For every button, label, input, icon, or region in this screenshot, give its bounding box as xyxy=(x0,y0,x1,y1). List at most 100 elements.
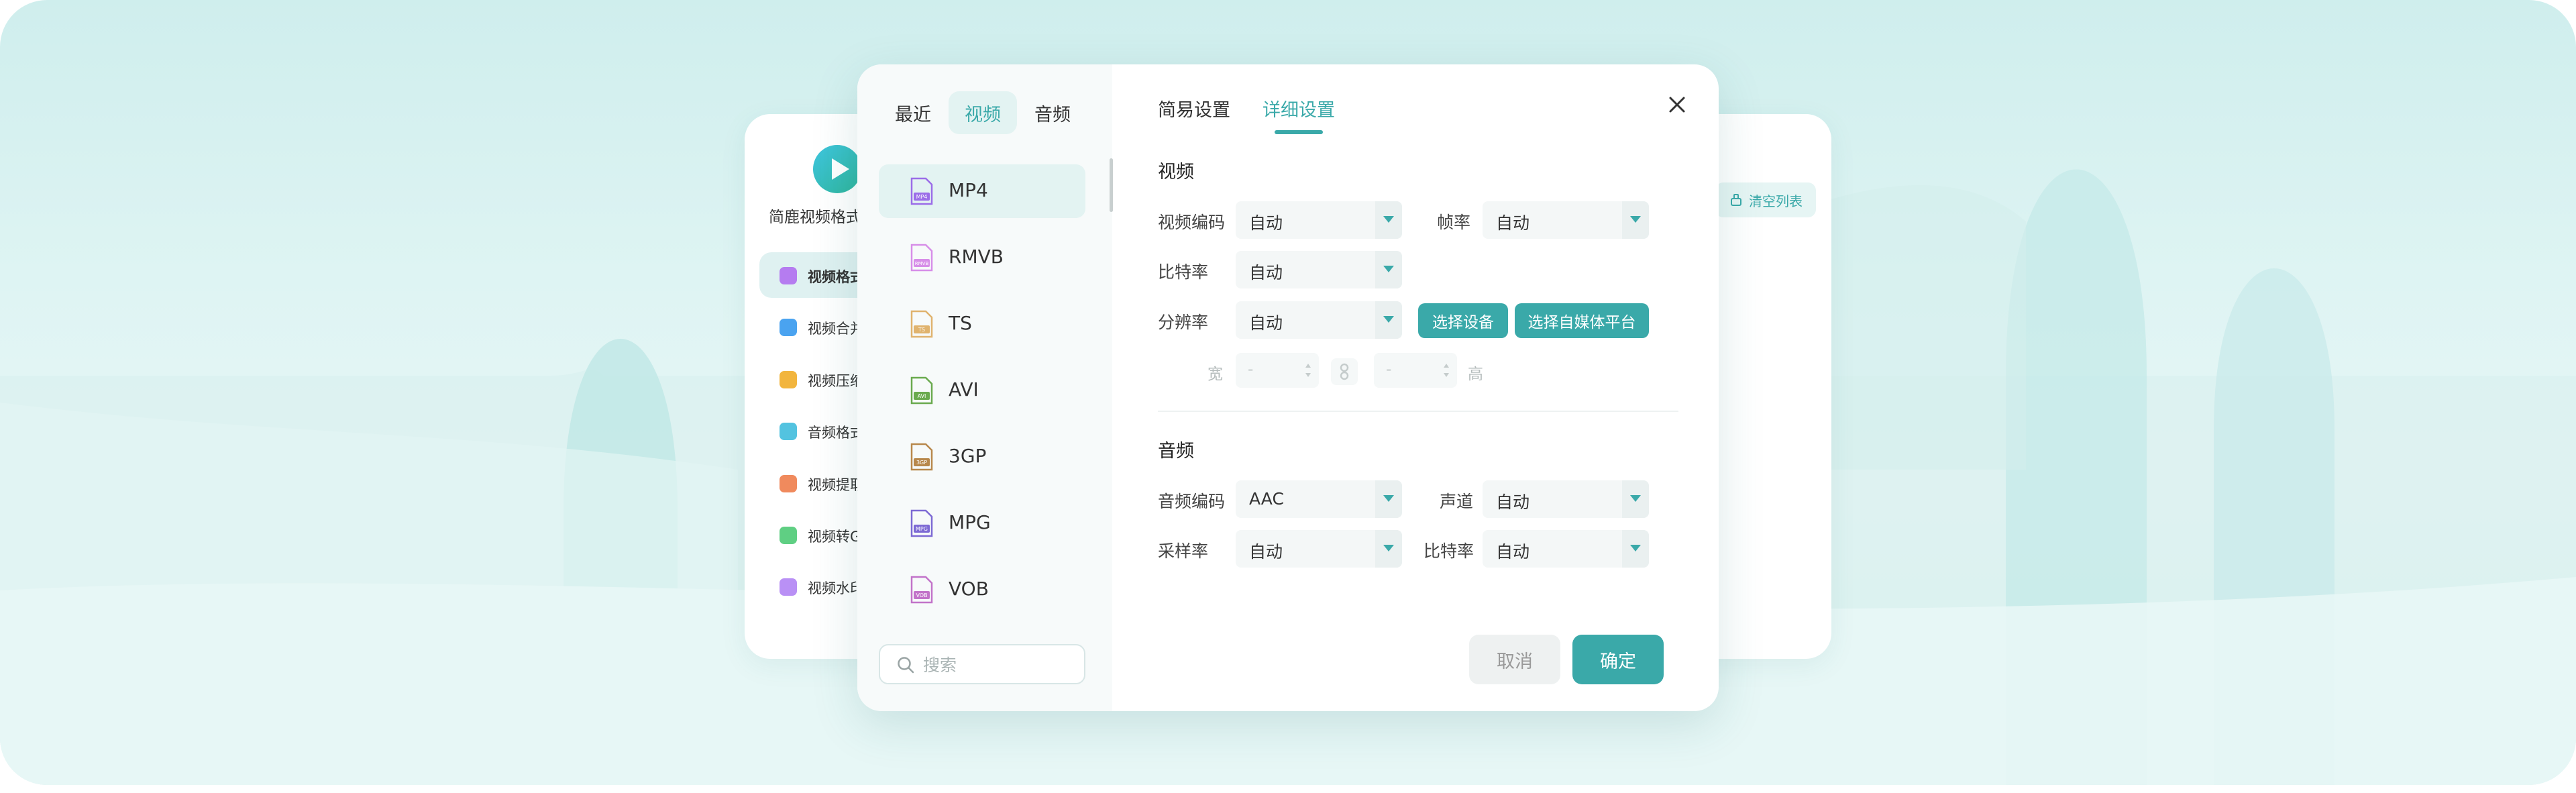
video-codec-label: 视频编码 xyxy=(1158,213,1226,232)
file-vob-icon: VOB xyxy=(910,576,933,604)
format-label: VOB xyxy=(949,578,989,600)
format-item-mp4[interactable]: MP4 MP4 xyxy=(879,164,1085,218)
format-label: 3GP xyxy=(949,445,987,467)
bitrate-select[interactable]: 自动 xyxy=(1236,251,1402,288)
height-input[interactable]: - xyxy=(1374,353,1457,388)
dropdown-arrow-icon xyxy=(1622,201,1649,239)
bitrate-value: 自动 xyxy=(1249,263,1283,282)
file-mp4-icon: MP4 xyxy=(910,177,933,205)
clear-list-button[interactable]: 清空列表 xyxy=(1715,182,1816,217)
height-label: 高 xyxy=(1468,366,1483,383)
sidebar-item-label: 视频提取 xyxy=(808,477,864,493)
video-extract-icon xyxy=(780,475,797,492)
video-codec-select[interactable]: 自动 xyxy=(1236,201,1402,239)
format-list-scrollbar[interactable] xyxy=(1110,158,1113,212)
file-3gp-icon: 3GP xyxy=(910,443,933,471)
tab-audio[interactable]: 音频 xyxy=(1018,91,1087,134)
select-device-button[interactable]: 选择设备 xyxy=(1418,303,1508,338)
channel-select[interactable]: 自动 xyxy=(1483,480,1649,518)
audio-bitrate-select[interactable]: 自动 xyxy=(1483,530,1649,568)
sidebar-item-label: 视频压缩 xyxy=(808,373,864,389)
format-label: AVI xyxy=(949,378,979,401)
format-item-mpg[interactable]: MPG MPG xyxy=(879,496,1085,550)
file-tag: VOB xyxy=(916,592,927,598)
section-divider xyxy=(1158,411,1678,412)
file-mpg-icon: MPG xyxy=(910,509,933,537)
file-tag: RMVB xyxy=(915,261,929,266)
video-convert-icon xyxy=(780,267,797,284)
audio-bitrate-value: 自动 xyxy=(1496,542,1530,562)
video-gif-icon xyxy=(780,527,797,544)
format-search-box xyxy=(879,644,1085,684)
dropdown-arrow-icon xyxy=(1375,301,1402,339)
file-ts-icon: TS xyxy=(910,310,933,338)
width-value: - xyxy=(1248,361,1254,378)
file-tag: AVI xyxy=(918,393,926,399)
format-list-pane: 最近 视频 音频 MP4 MP4 RMVB RMVB TS TS AVI AVI… xyxy=(857,64,1113,711)
file-tag: MP4 xyxy=(916,194,928,200)
file-tag: TS xyxy=(918,327,925,333)
tab-video[interactable]: 视频 xyxy=(949,91,1017,134)
height-value: - xyxy=(1386,361,1392,378)
select-platform-button[interactable]: 选择自媒体平台 xyxy=(1515,303,1649,338)
video-compress-icon xyxy=(780,371,797,388)
channel-label: 声道 xyxy=(1440,492,1474,511)
sample-rate-value: 自动 xyxy=(1249,542,1283,562)
file-tag: MPG xyxy=(916,526,928,532)
app-title: 简鹿视频格式 xyxy=(769,209,861,226)
confirm-button[interactable]: 确定 xyxy=(1572,635,1664,684)
tab-recent[interactable]: 最近 xyxy=(879,91,947,134)
width-input[interactable]: - xyxy=(1236,353,1319,388)
sample-rate-label: 采样率 xyxy=(1158,541,1209,561)
sidebar-item-label: 音频格式 xyxy=(808,425,864,441)
resolution-label: 分辨率 xyxy=(1158,313,1209,332)
tab-detailed-settings[interactable]: 详细设置 xyxy=(1263,95,1335,121)
search-icon xyxy=(898,657,914,674)
file-rmvb-icon: RMVB xyxy=(910,244,933,272)
audio-bitrate-label: 比特率 xyxy=(1424,541,1474,561)
resolution-select[interactable]: 自动 xyxy=(1236,301,1402,339)
format-label: RMVB xyxy=(949,246,1004,268)
close-icon[interactable] xyxy=(1662,90,1692,119)
dropdown-arrow-icon xyxy=(1375,530,1402,568)
format-settings-dialog: 最近 视频 音频 MP4 MP4 RMVB RMVB TS TS AVI AVI… xyxy=(857,64,1719,711)
video-codec-value: 自动 xyxy=(1249,213,1283,233)
stepper-icon[interactable] xyxy=(1442,360,1450,381)
search-input[interactable] xyxy=(922,652,1079,678)
cancel-button[interactable]: 取消 xyxy=(1469,635,1560,684)
video-watermark-icon xyxy=(780,578,797,596)
format-item-3gp[interactable]: 3GP 3GP xyxy=(879,430,1085,484)
format-item-rmvb[interactable]: RMVB RMVB xyxy=(879,231,1085,284)
frame-rate-value: 自动 xyxy=(1496,213,1530,233)
audio-codec-select[interactable]: AAC xyxy=(1236,480,1402,518)
sidebar-item-label: 视频格式 xyxy=(808,269,864,285)
sample-rate-select[interactable]: 自动 xyxy=(1236,530,1402,568)
format-item-vob[interactable]: VOB VOB xyxy=(879,563,1085,617)
video-merge-icon xyxy=(780,319,797,336)
format-label: MP4 xyxy=(949,179,988,201)
frame-rate-select[interactable]: 自动 xyxy=(1483,201,1649,239)
stepper-icon[interactable] xyxy=(1304,360,1312,381)
format-label: TS xyxy=(949,312,972,334)
video-section-title: 视频 xyxy=(1158,162,1194,182)
clear-list-label: 清空列表 xyxy=(1749,193,1803,209)
dropdown-arrow-icon xyxy=(1375,251,1402,288)
format-item-avi[interactable]: AVI AVI xyxy=(879,364,1085,417)
format-label: MPG xyxy=(949,511,991,533)
sidebar-item-label: 视频合并 xyxy=(808,321,864,337)
dropdown-arrow-icon xyxy=(1375,201,1402,239)
bitrate-label: 比特率 xyxy=(1158,262,1209,282)
file-avi-icon: AVI xyxy=(910,376,933,405)
audio-codec-value: AAC xyxy=(1249,489,1284,509)
sidebar-item-label: 视频水印 xyxy=(808,580,864,596)
channel-value: 自动 xyxy=(1496,492,1530,512)
audio-convert-icon xyxy=(780,423,797,440)
active-tab-indicator xyxy=(1275,130,1323,134)
link-aspect-icon[interactable] xyxy=(1331,358,1358,385)
format-item-ts[interactable]: TS TS xyxy=(879,297,1085,351)
dropdown-arrow-icon xyxy=(1375,480,1402,518)
audio-section-title: 音频 xyxy=(1158,441,1194,462)
tab-simple-settings[interactable]: 简易设置 xyxy=(1158,95,1230,121)
frame-rate-label: 帧率 xyxy=(1437,213,1471,232)
audio-codec-label: 音频编码 xyxy=(1158,492,1226,511)
